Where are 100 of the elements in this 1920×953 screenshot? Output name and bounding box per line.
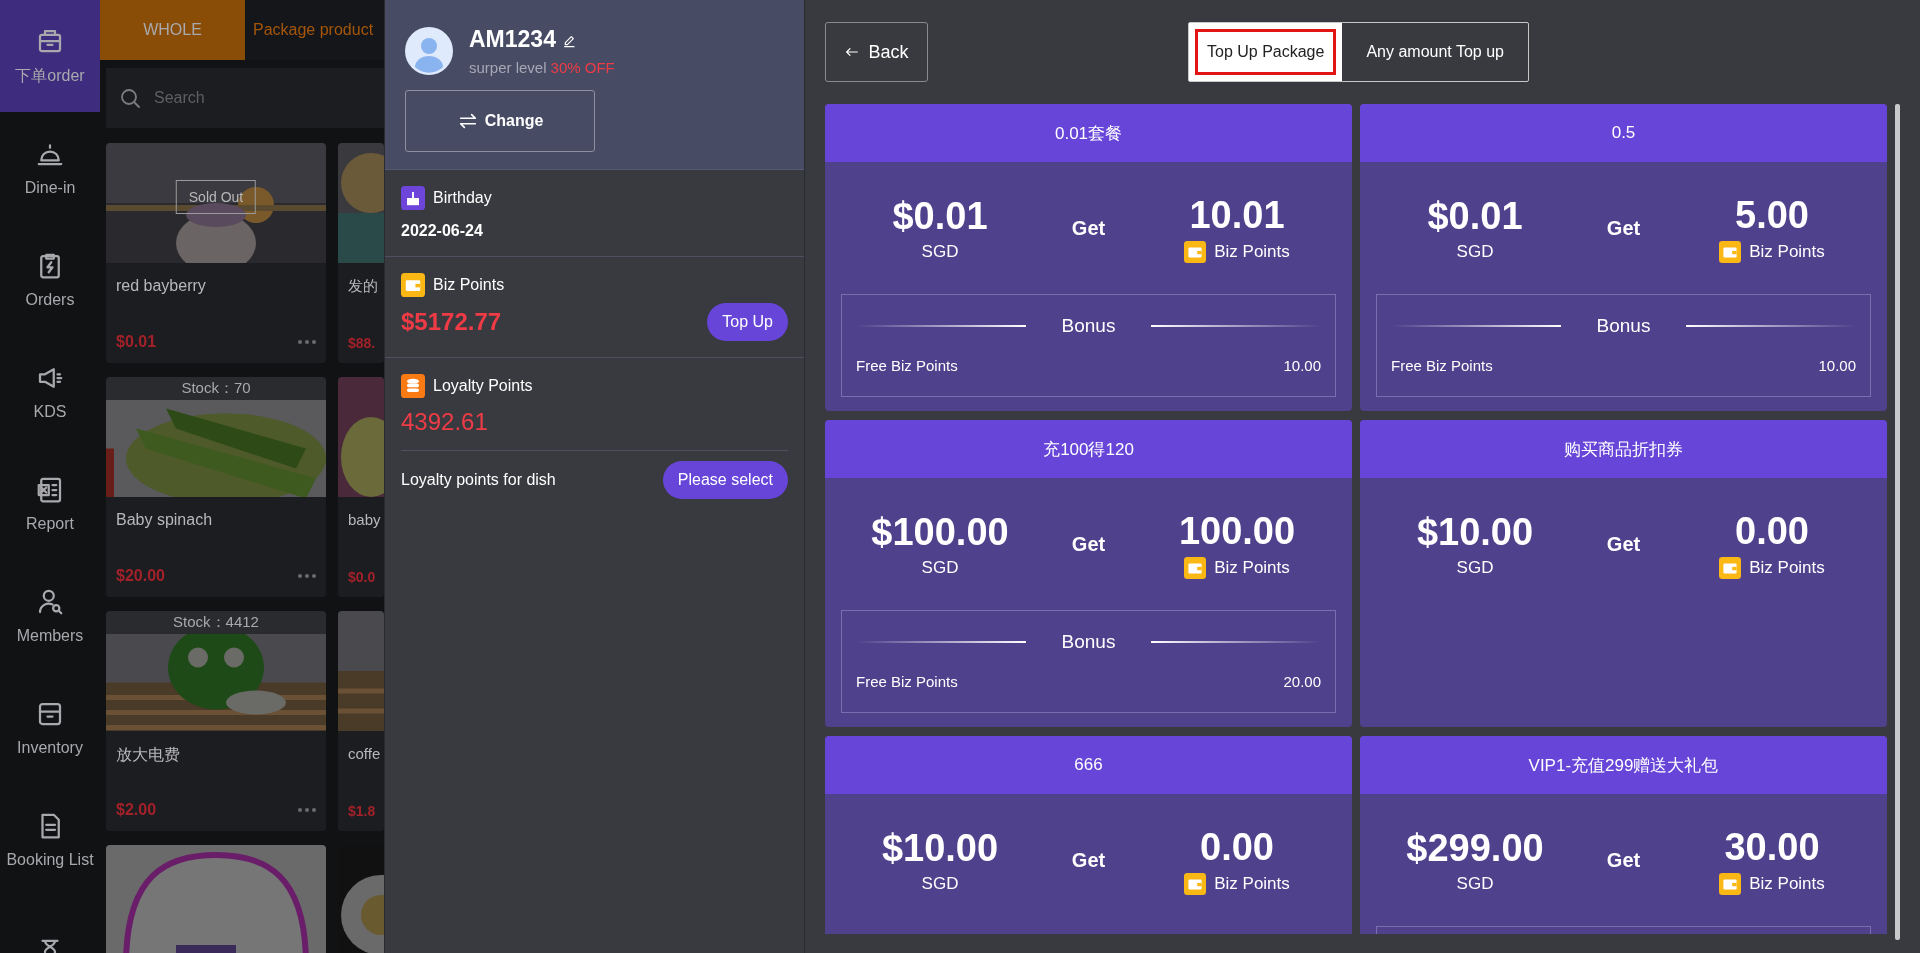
product-name: 放大电费: [115, 745, 181, 765]
currency-label: SGD: [1456, 873, 1494, 894]
currency-label: SGD: [921, 873, 959, 894]
more-icon[interactable]: [298, 808, 316, 812]
price-amount: $0.01: [1427, 194, 1523, 238]
package-card[interactable]: 0.5 $0.01 SGD Get 5.00 Biz Points Bonus Free Biz Points 10.00: [1360, 104, 1887, 411]
package-card[interactable]: 0.01套餐 $0.01 SGD Get 10.01 Biz Points Bonus Free Biz Points 10.00: [825, 104, 1352, 411]
wallet-icon: [1719, 556, 1742, 579]
bonus-label: Free Biz Points: [1391, 357, 1493, 374]
points-label: Biz Points: [1749, 241, 1825, 262]
package-card[interactable]: 充100得120 $100.00 SGD Get 100.00 Biz Points Bonus Free Biz Points 20.00: [825, 420, 1352, 727]
product-price: $2.00: [116, 801, 157, 819]
sidebar-item[interactable]: Orders: [0, 224, 100, 336]
more-icon[interactable]: [298, 574, 316, 578]
sidebar-item[interactable]: Inventory: [0, 672, 100, 784]
product-card[interactable]: 发的 $88.: [338, 143, 384, 363]
sidebar-item[interactable]: KDS: [0, 336, 100, 448]
currency-label: SGD: [921, 241, 959, 262]
get-label: Get: [1070, 532, 1107, 556]
package-title: 0.01套餐: [825, 104, 1352, 162]
bonus-label: Free Biz Points: [856, 357, 958, 374]
sidebar-item[interactable]: Booking List: [0, 784, 100, 896]
currency-label: SGD: [1456, 557, 1494, 578]
package-title: 充100得120: [825, 420, 1352, 478]
product-card[interactable]: Sold Out red bayberry $0.01: [106, 143, 326, 363]
product-card[interactable]: Stock：4412 放大电费 $2.00: [106, 611, 326, 831]
product-name: baby: [347, 510, 382, 530]
more-icon[interactable]: [298, 340, 316, 344]
mode-tab[interactable]: Any amount Top up: [1342, 23, 1528, 81]
product-name: Baby spinach: [115, 510, 214, 530]
coin-stack-icon: [401, 374, 425, 398]
search-icon: [118, 86, 142, 110]
discount-text: 30% OFF: [550, 59, 615, 76]
product-card[interactable]: baby $0.0: [338, 377, 384, 597]
back-button[interactable]: Back: [825, 22, 928, 82]
sidebar-item[interactable]: Members: [0, 560, 100, 672]
bonus-title: Bonus: [1061, 315, 1116, 337]
birthday-date: 2022-06-24: [401, 222, 484, 240]
bonus-value: 20.00: [1283, 673, 1321, 690]
price-amount: $100.00: [871, 510, 1009, 554]
currency-label: SGD: [921, 557, 959, 578]
scrollbar[interactable]: [1895, 104, 1900, 940]
points-label: Biz Points: [1749, 557, 1825, 578]
wallet-icon: [1719, 872, 1742, 895]
price-amount: $10.00: [1416, 510, 1534, 554]
points-amount: 10.01: [1189, 193, 1285, 237]
search-field[interactable]: Search: [106, 68, 384, 128]
sidebar-item[interactable]: Report: [0, 448, 100, 560]
package-title: 购买商品折扣券: [1360, 420, 1887, 478]
bonus-value: 10.00: [1283, 357, 1321, 374]
package-title: 666: [825, 736, 1352, 794]
wallet-icon: [401, 273, 425, 297]
member-level: surper level: [469, 59, 547, 76]
section-label: Birthday: [433, 189, 492, 207]
avatar-icon: [405, 27, 453, 75]
select-button[interactable]: Please select: [662, 461, 788, 499]
points-amount: 0.00: [1200, 825, 1274, 869]
sold-out-label: Sold Out: [175, 180, 257, 214]
package-title: 0.5: [1360, 104, 1887, 162]
mode-tab[interactable]: Top Up Package: [1189, 23, 1343, 81]
member-name: AM1234: [469, 26, 556, 53]
sidebar-item[interactable]: Dine-in: [0, 112, 100, 224]
top-up-button[interactable]: Top Up: [707, 303, 788, 341]
product-price: $20.00: [116, 567, 165, 585]
bonus-title: Bonus: [1596, 315, 1651, 337]
get-label: Get: [1605, 532, 1642, 556]
wallet-icon: [1719, 240, 1742, 263]
bonus-label: Free Biz Points: [856, 673, 958, 690]
points-amount: 100.00: [1178, 509, 1296, 553]
points-label: Biz Points: [1214, 241, 1290, 262]
price-amount: $299.00: [1406, 826, 1544, 870]
product-name: red bayberry: [115, 276, 207, 296]
price-amount: $10.00: [881, 826, 999, 870]
bonus-title: Bonus: [1061, 631, 1116, 653]
stock-label: Stock：70: [106, 377, 326, 400]
points-label: Biz Points: [1214, 557, 1290, 578]
wallet-icon: [1184, 240, 1207, 263]
package-card[interactable]: 666 $10.00 SGD Get 0.00 Biz Points: [825, 736, 1352, 934]
wallet-icon: [1184, 556, 1207, 579]
change-button[interactable]: Change: [405, 90, 595, 152]
product-card[interactable]: Stock：70 Baby spinach $20.00: [106, 377, 326, 597]
points-amount: 5.00: [1735, 193, 1809, 237]
loyalty-points-value: 4392.61: [401, 408, 489, 436]
product-price: $88.: [348, 335, 376, 351]
cake-icon: [401, 186, 425, 210]
biz-points-value: $5172.77: [401, 308, 502, 336]
get-label: Get: [1605, 216, 1642, 240]
product-price: $0.01: [116, 333, 157, 351]
product-card[interactable]: coffe $1.8: [338, 611, 384, 831]
stock-label: Stock：4412: [106, 611, 326, 634]
product-name: coffe: [347, 744, 382, 764]
wallet-icon: [1184, 872, 1207, 895]
sidebar-item[interactable]: 下单order: [0, 0, 100, 112]
get-label: Get: [1070, 216, 1107, 240]
package-card[interactable]: VIP1-充值299赠送大礼包 $299.00 SGD Get 30.00 Biz Points: [1360, 736, 1887, 934]
price-amount: $0.01: [892, 194, 988, 238]
package-card[interactable]: 购买商品折扣券 $10.00 SGD Get 0.00 Biz Points: [1360, 420, 1887, 727]
section-label: Loyalty Points: [433, 377, 533, 395]
points-label: Biz Points: [1214, 873, 1290, 894]
product-price: $0.0: [348, 569, 376, 585]
